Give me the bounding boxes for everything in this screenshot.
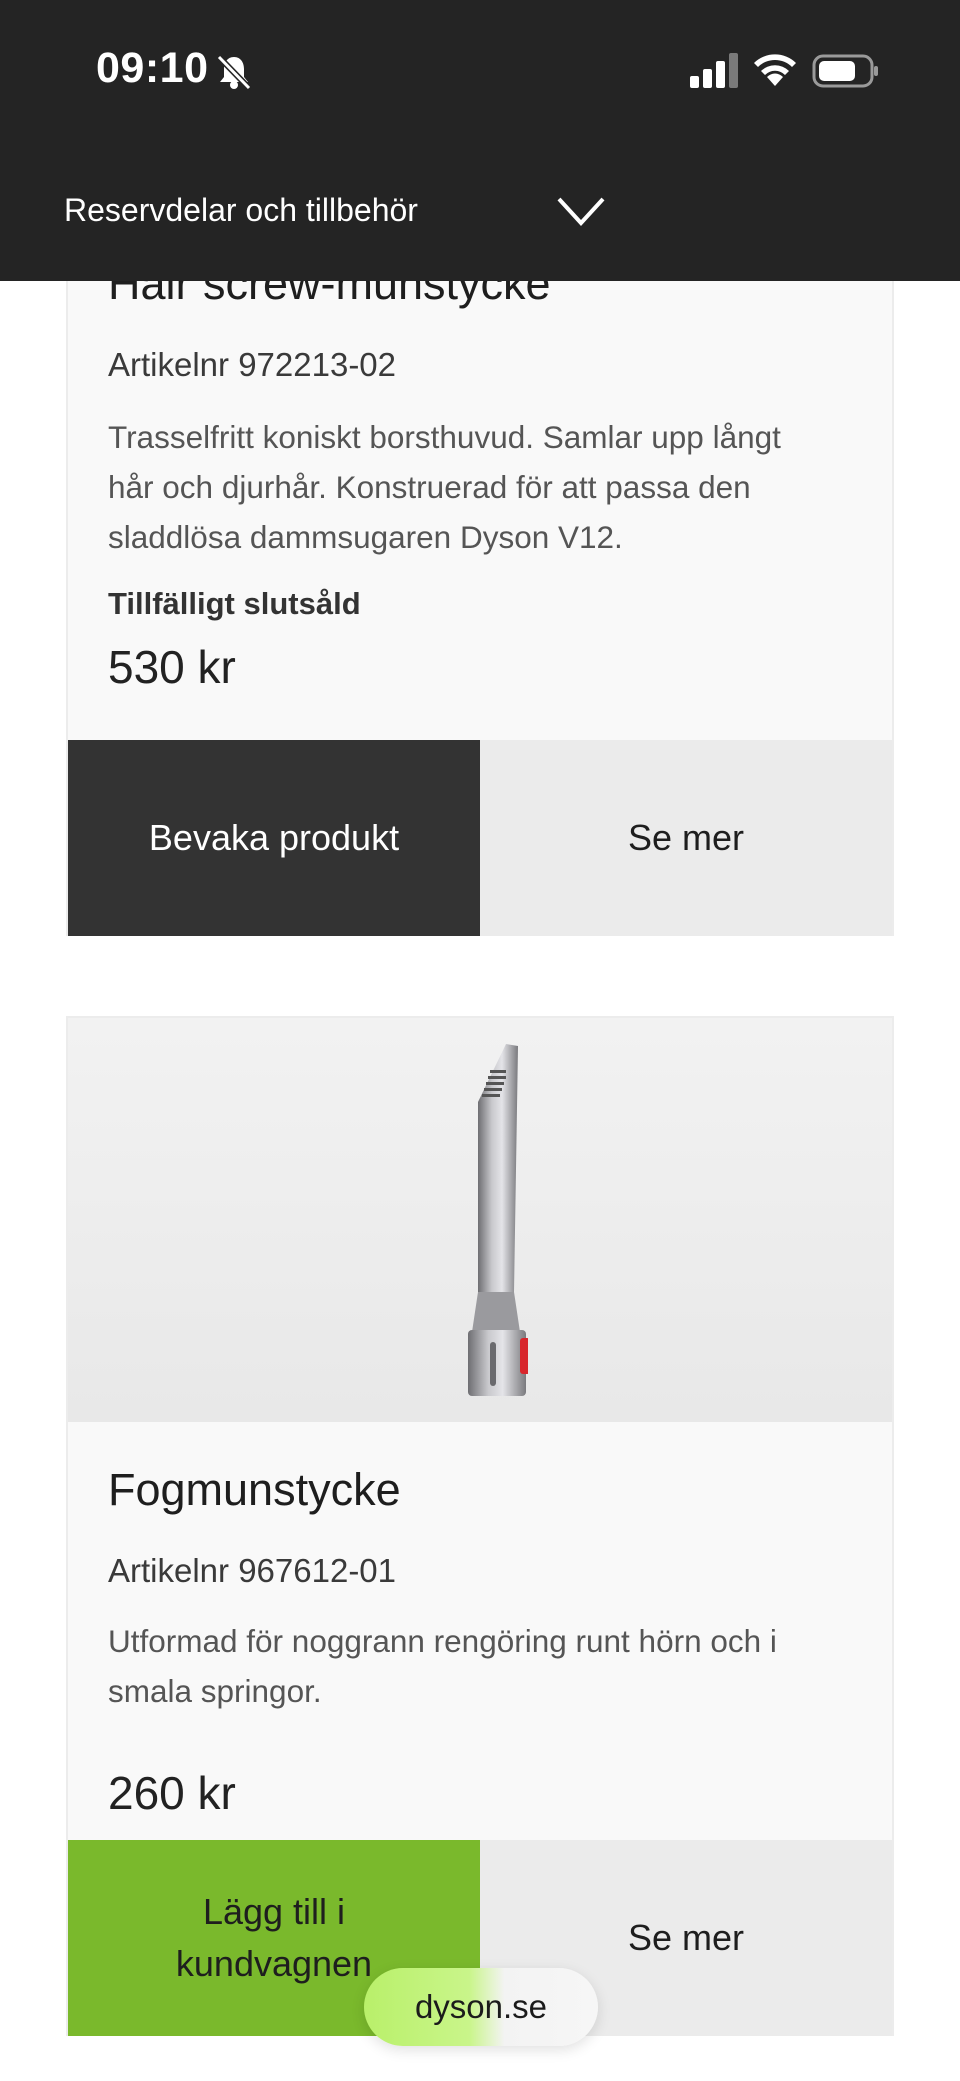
battery-icon [812, 54, 878, 88]
product-image[interactable] [68, 1018, 892, 1422]
crevice-tool-image [468, 1044, 528, 1396]
bell-off-icon [216, 54, 252, 91]
category-dropdown[interactable]: Reservdelar och tillbehör [0, 170, 960, 260]
product-title[interactable]: Fogmunstycke [108, 1464, 401, 1516]
product-description: Utformad för noggrann rengöring runt hör… [108, 1623, 777, 1709]
stock-status: Tillfälligt slutsåld [108, 586, 361, 621]
status-time: 09:10 [96, 44, 209, 92]
chevron-down-icon[interactable] [556, 194, 606, 228]
product-card: Hair screw-munstycke Artikelnr 972213-02… [66, 200, 894, 936]
product-sku: Artikelnr 967612-01 [108, 1552, 397, 1589]
watch-product-button[interactable]: Bevaka produkt [68, 740, 480, 936]
url-pill[interactable]: dyson.se [364, 1968, 598, 2046]
product-sku: Artikelnr 972213-02 [108, 346, 397, 383]
category-label: Reservdelar och tillbehör [64, 192, 418, 228]
status-bar: 09:10 [0, 0, 960, 140]
product-price: 530 kr [108, 641, 236, 693]
product-price: 260 kr [108, 1767, 236, 1819]
product-card: Fogmunstycke Artikelnr 967612-01 Utforma… [66, 1016, 894, 2036]
see-more-button[interactable]: Se mer [480, 740, 892, 936]
product-description: Trasselfritt koniskt borsthuvud. Samlar … [108, 419, 781, 555]
wifi-icon [754, 54, 796, 86]
top-header: 09:10 Reservdelar och tillbehör [0, 0, 960, 281]
signal-icon [690, 53, 738, 88]
url-text: dyson.se [414, 1988, 548, 2025]
